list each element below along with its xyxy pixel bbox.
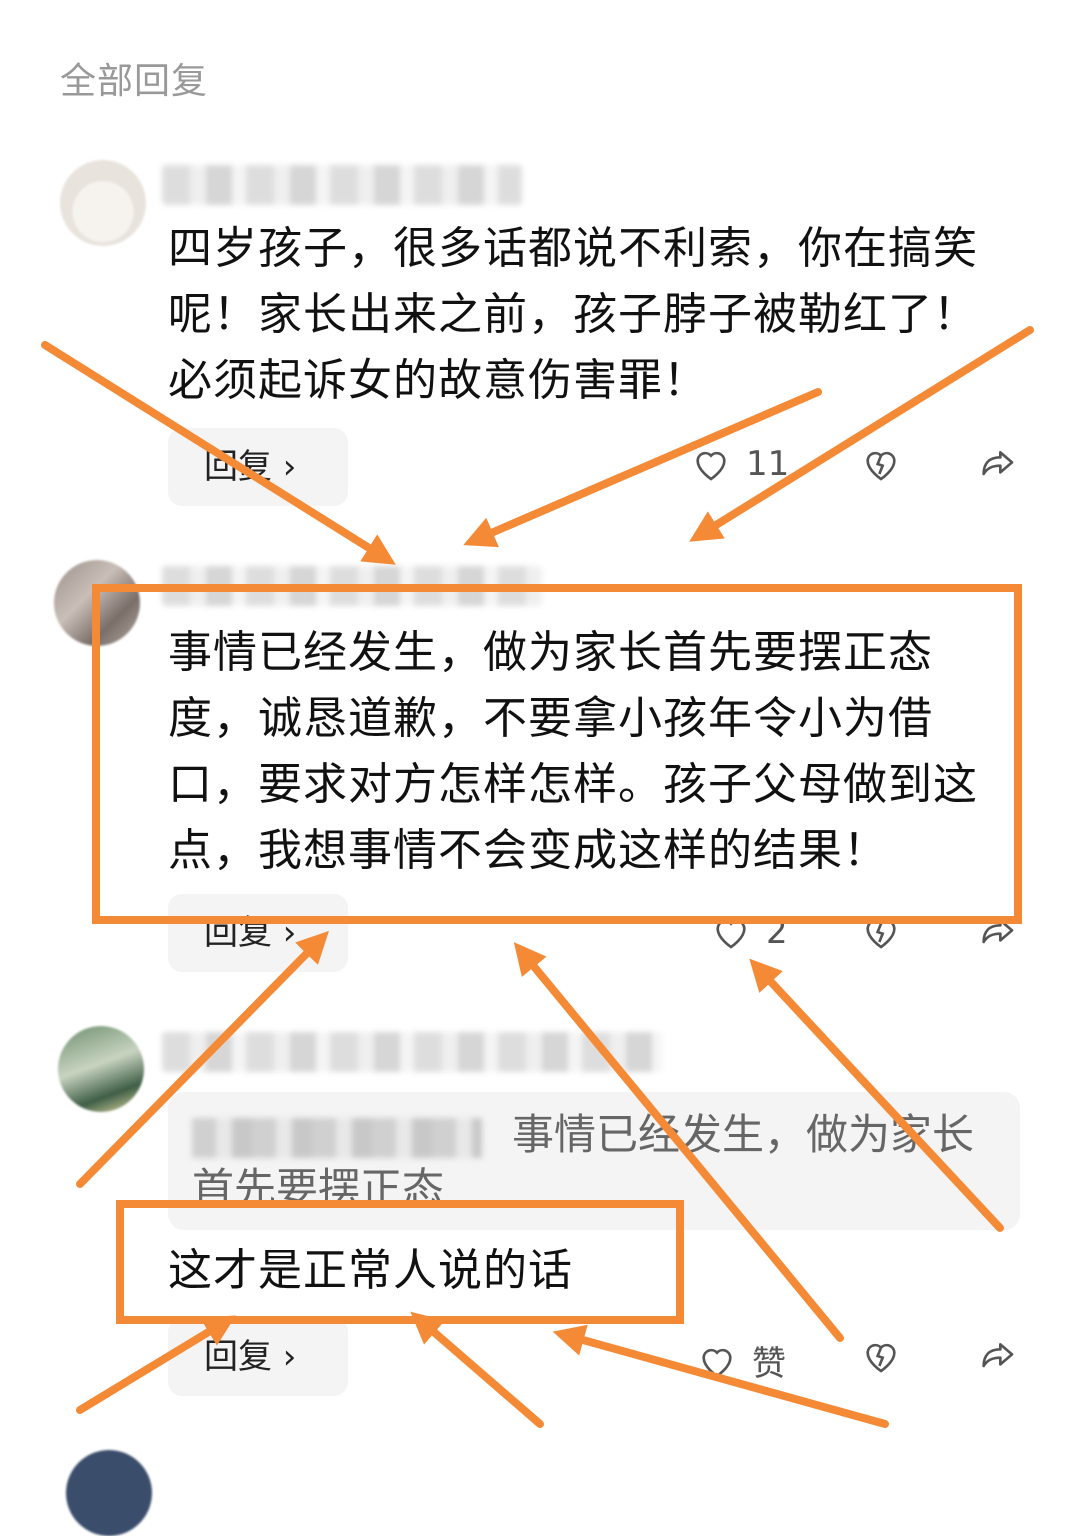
blurred-quoted-username xyxy=(192,1117,482,1158)
dislike-button[interactable] xyxy=(860,444,902,484)
dislike-button[interactable] xyxy=(860,1336,902,1376)
highlight-box xyxy=(92,584,1022,924)
annotation-arrow xyxy=(410,1311,544,1428)
highlight-box xyxy=(116,1200,684,1324)
blurred-username[interactable] xyxy=(162,165,522,205)
share-button[interactable] xyxy=(975,1336,1019,1376)
heart-icon xyxy=(702,1348,732,1378)
reply-button[interactable]: 回复 › xyxy=(168,1318,348,1396)
avatar[interactable] xyxy=(58,1026,144,1112)
comment-text: 四岁孩子，很多话都说不利索，你在搞笑呢！家长出来之前，孩子脖子被勒红了！必须起诉… xyxy=(168,223,978,406)
like-button[interactable]: 赞 xyxy=(696,1336,786,1385)
avatar[interactable] xyxy=(60,160,146,246)
blurred-username[interactable] xyxy=(162,1032,662,1072)
broken-heart-icon xyxy=(866,451,896,481)
share-arrow-icon xyxy=(982,451,1014,476)
like-count: 11 xyxy=(746,444,790,484)
like-count: 赞 xyxy=(752,1344,786,1384)
reply-button[interactable]: 回复 › xyxy=(168,428,348,506)
share-arrow-icon xyxy=(982,1343,1014,1368)
broken-heart-icon xyxy=(866,1343,896,1373)
heart-icon xyxy=(696,451,726,481)
section-title: 全部回复 xyxy=(60,61,209,102)
share-button[interactable] xyxy=(975,444,1019,484)
like-button[interactable]: 11 xyxy=(690,444,789,484)
avatar[interactable] xyxy=(66,1450,152,1536)
